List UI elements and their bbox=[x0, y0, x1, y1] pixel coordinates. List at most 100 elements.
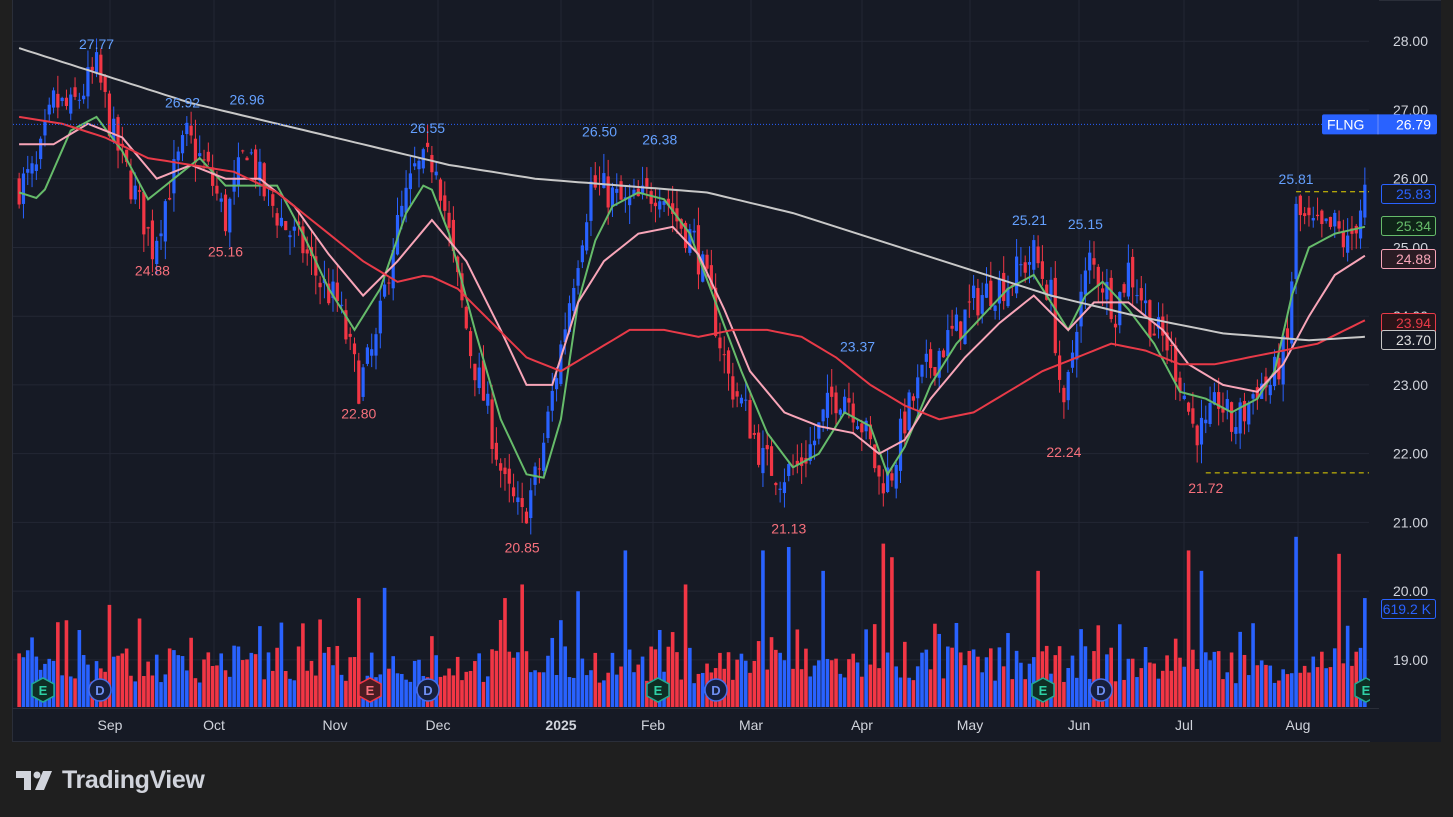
candle-body[interactable] bbox=[1281, 335, 1285, 385]
candle-body[interactable] bbox=[744, 399, 748, 401]
candle-body[interactable] bbox=[705, 254, 709, 269]
candle-body[interactable] bbox=[546, 411, 550, 439]
candle-body[interactable] bbox=[735, 391, 739, 397]
candle-body[interactable] bbox=[542, 442, 546, 471]
candle-body[interactable] bbox=[572, 288, 576, 311]
candle-body[interactable] bbox=[903, 411, 907, 434]
candle-body[interactable] bbox=[468, 331, 473, 357]
candle-body[interactable] bbox=[447, 212, 451, 228]
candle-body[interactable] bbox=[1324, 218, 1328, 222]
candle-body[interactable] bbox=[176, 151, 180, 161]
candle-body[interactable] bbox=[984, 283, 989, 298]
candle-body[interactable] bbox=[1118, 291, 1122, 326]
candle-body[interactable] bbox=[1109, 277, 1113, 320]
candle-body[interactable] bbox=[920, 364, 924, 377]
candle-body[interactable] bbox=[855, 426, 860, 430]
candle-body[interactable] bbox=[589, 181, 593, 221]
candle-body[interactable] bbox=[443, 195, 447, 211]
candle-body[interactable] bbox=[245, 157, 249, 161]
candle-body[interactable] bbox=[499, 463, 503, 471]
candle-body[interactable] bbox=[1075, 331, 1079, 360]
candle-body[interactable] bbox=[825, 392, 830, 418]
candle-body[interactable] bbox=[129, 170, 133, 200]
candle-body[interactable] bbox=[1234, 427, 1238, 434]
candle-body[interactable] bbox=[335, 282, 339, 302]
candle-body[interactable] bbox=[292, 226, 296, 231]
candle-body[interactable] bbox=[378, 300, 382, 334]
candle-body[interactable] bbox=[47, 104, 51, 115]
candle-body[interactable] bbox=[387, 282, 391, 284]
candle-body[interactable] bbox=[503, 467, 507, 475]
candle-body[interactable] bbox=[1032, 240, 1036, 270]
candle-body[interactable] bbox=[150, 220, 155, 260]
candle-body[interactable] bbox=[924, 353, 928, 362]
candle-body[interactable] bbox=[1092, 258, 1096, 265]
candle-body[interactable] bbox=[275, 213, 279, 226]
candle-body[interactable] bbox=[1363, 184, 1367, 218]
candle-body[interactable] bbox=[1199, 417, 1204, 445]
candle-body[interactable] bbox=[838, 409, 842, 415]
candle-body[interactable] bbox=[916, 377, 920, 399]
candle-body[interactable] bbox=[898, 418, 903, 471]
candle-body[interactable] bbox=[425, 142, 430, 147]
candle-body[interactable] bbox=[223, 194, 228, 232]
candle-body[interactable] bbox=[860, 423, 864, 433]
candle-body[interactable] bbox=[782, 482, 787, 494]
candle-body[interactable] bbox=[352, 343, 357, 355]
candle-body[interactable] bbox=[787, 464, 791, 476]
candle-body[interactable] bbox=[99, 54, 103, 83]
candle-body[interactable] bbox=[430, 155, 434, 173]
candle-body[interactable] bbox=[1294, 203, 1298, 279]
candle-body[interactable] bbox=[163, 201, 167, 242]
candle-body[interactable] bbox=[1208, 403, 1212, 424]
candle-body[interactable] bbox=[305, 249, 309, 254]
earnings-marker[interactable]: E bbox=[1031, 677, 1055, 703]
candle-body[interactable] bbox=[692, 230, 696, 233]
candle-body[interactable] bbox=[1040, 261, 1044, 279]
candle-body[interactable] bbox=[718, 337, 722, 349]
candle-body[interactable] bbox=[107, 93, 112, 137]
candle-body[interactable] bbox=[318, 282, 322, 288]
candle-body[interactable] bbox=[1358, 210, 1363, 239]
candle-body[interactable] bbox=[830, 386, 834, 397]
candle-body[interactable] bbox=[615, 188, 619, 193]
candle-body[interactable] bbox=[400, 205, 404, 217]
candle-body[interactable] bbox=[82, 95, 86, 100]
ticker-badge[interactable]: FLNG 26.79 bbox=[1322, 114, 1437, 135]
candle-body[interactable] bbox=[821, 409, 825, 422]
candle-body[interactable] bbox=[602, 173, 606, 188]
candle-body[interactable] bbox=[1315, 214, 1320, 217]
candle-body[interactable] bbox=[271, 194, 275, 206]
candle-body[interactable] bbox=[26, 169, 30, 173]
candle-body[interactable] bbox=[1225, 398, 1229, 410]
candle-body[interactable] bbox=[537, 468, 541, 470]
candle-body[interactable] bbox=[434, 171, 438, 176]
candle-body[interactable] bbox=[198, 153, 202, 157]
candle-body[interactable] bbox=[1100, 288, 1105, 293]
candle-body[interactable] bbox=[653, 202, 658, 207]
candle-body[interactable] bbox=[69, 94, 73, 114]
candle-body[interactable] bbox=[39, 138, 43, 160]
candle-body[interactable] bbox=[516, 497, 520, 503]
candle-body[interactable] bbox=[511, 487, 516, 497]
candle-body[interactable] bbox=[1311, 217, 1315, 221]
candle-body[interactable] bbox=[1036, 246, 1040, 264]
candle-body[interactable] bbox=[73, 87, 77, 97]
candle-body[interactable] bbox=[593, 175, 597, 188]
candle-body[interactable] bbox=[146, 227, 150, 229]
candle-body[interactable] bbox=[834, 392, 838, 414]
candle-body[interactable] bbox=[976, 288, 980, 316]
candle-body[interactable] bbox=[967, 301, 971, 303]
candle-body[interactable] bbox=[1122, 284, 1126, 293]
candle-body[interactable] bbox=[585, 222, 589, 251]
candle-body[interactable] bbox=[1126, 262, 1130, 297]
candle-body[interactable] bbox=[1204, 419, 1208, 424]
candle-body[interactable] bbox=[812, 440, 817, 446]
candle-body[interactable] bbox=[17, 178, 21, 205]
candle-body[interactable] bbox=[877, 465, 881, 477]
candle-body[interactable] bbox=[619, 181, 623, 200]
candle-body[interactable] bbox=[94, 52, 99, 73]
candle-body[interactable] bbox=[365, 347, 369, 364]
candle-body[interactable] bbox=[1131, 256, 1135, 288]
candle-body[interactable] bbox=[241, 150, 245, 152]
